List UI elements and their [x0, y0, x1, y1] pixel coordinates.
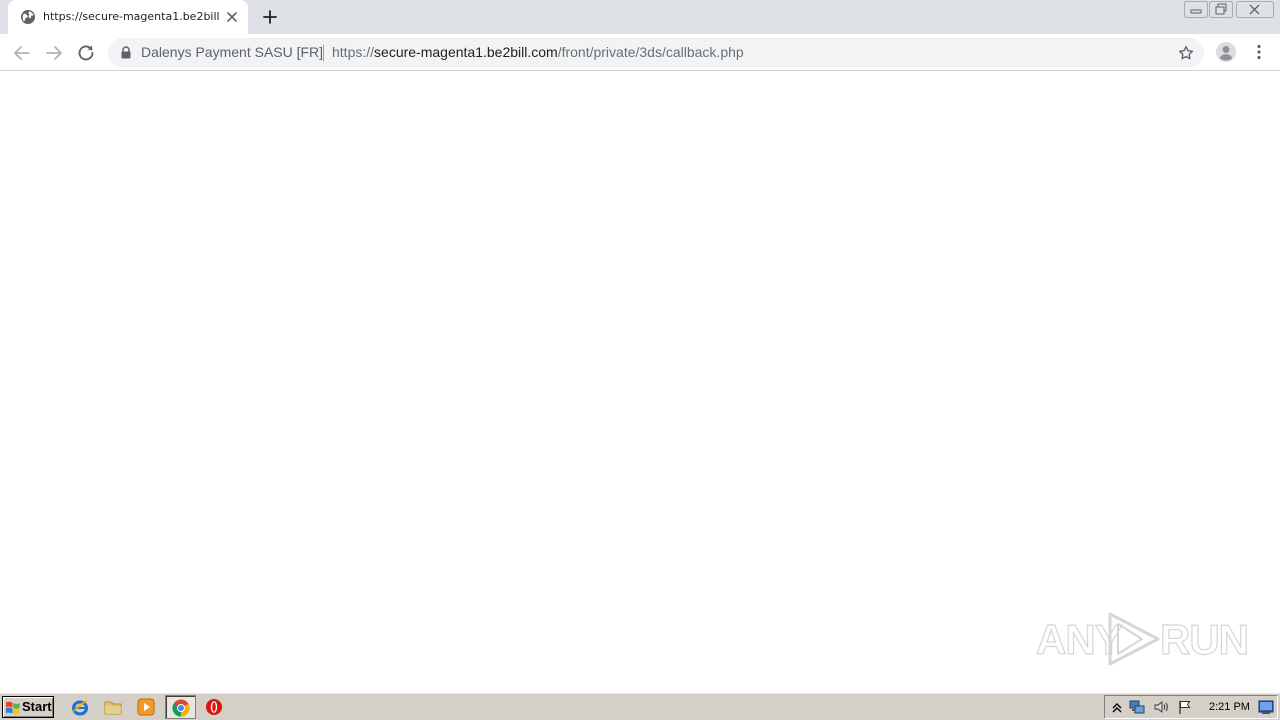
kebab-menu-icon[interactable]: [1250, 43, 1268, 61]
anyrun-watermark: ANY RUN: [1035, 608, 1250, 672]
start-label: Start: [22, 699, 52, 714]
show-hidden-icons-icon[interactable]: [1109, 699, 1125, 715]
windows-logo-icon: [6, 701, 20, 715]
forward-arrow-icon[interactable]: [42, 41, 66, 65]
identity-separator: [323, 45, 324, 61]
star-icon[interactable]: [1177, 44, 1195, 62]
site-identity-label[interactable]: Dalenys Payment SASU [FR]: [141, 44, 323, 61]
watermark-text-right: RUN: [1159, 616, 1249, 663]
browser-toolbar: Dalenys Payment SASU [FR] https://secure…: [0, 34, 1280, 71]
url-text[interactable]: https://secure-magenta1.be2bill.com/fron…: [332, 44, 744, 61]
profile-icon[interactable]: [1215, 41, 1237, 63]
window-close-icon[interactable]: [1236, 1, 1274, 18]
tab-title: https://secure-magenta1.be2bill.com/fron…: [43, 10, 219, 23]
taskbar: Start 2:21 PM: [0, 692, 1280, 720]
url-path: /front/private/3ds/callback.php: [557, 44, 744, 60]
screen: https://secure-magenta1.be2bill.com/fron…: [0, 0, 1280, 720]
url-scheme: https://: [332, 44, 375, 60]
folder-icon[interactable]: [103, 697, 123, 717]
volume-icon[interactable]: [1153, 699, 1169, 715]
taskbar-clock[interactable]: 2:21 PM: [1209, 700, 1250, 714]
page-content: ANY RUN: [0, 72, 1280, 692]
play-logo-icon: [1108, 612, 1160, 666]
reload-icon[interactable]: [74, 41, 98, 65]
taskbar-chrome-button[interactable]: [165, 695, 196, 719]
address-bar[interactable]: Dalenys Payment SASU [FR] https://secure…: [108, 38, 1204, 67]
globe-icon: [21, 10, 35, 24]
internet-explorer-icon[interactable]: [70, 697, 90, 717]
browser-tab[interactable]: https://secure-magenta1.be2bill.com/fron…: [8, 0, 248, 34]
chrome-icon: [172, 699, 190, 717]
system-tray: 2:21 PM: [1104, 695, 1278, 719]
lock-icon[interactable]: [120, 46, 132, 59]
window-restore-icon[interactable]: [1209, 1, 1233, 18]
show-desktop-icon[interactable]: [1258, 699, 1274, 715]
opera-icon[interactable]: [204, 697, 224, 717]
tab-strip: https://secure-magenta1.be2bill.com/fron…: [0, 0, 1280, 34]
network-icon[interactable]: [1129, 699, 1145, 715]
url-host: secure-magenta1.be2bill.com: [374, 44, 558, 60]
back-arrow-icon[interactable]: [10, 41, 34, 65]
new-tab-plus-icon[interactable]: [260, 7, 280, 27]
tab-close-icon[interactable]: [224, 9, 240, 25]
start-button[interactable]: Start: [2, 696, 54, 718]
window-minimize-icon[interactable]: [1184, 1, 1208, 18]
media-player-icon[interactable]: [136, 697, 156, 717]
action-center-flag-icon[interactable]: [1177, 699, 1193, 715]
